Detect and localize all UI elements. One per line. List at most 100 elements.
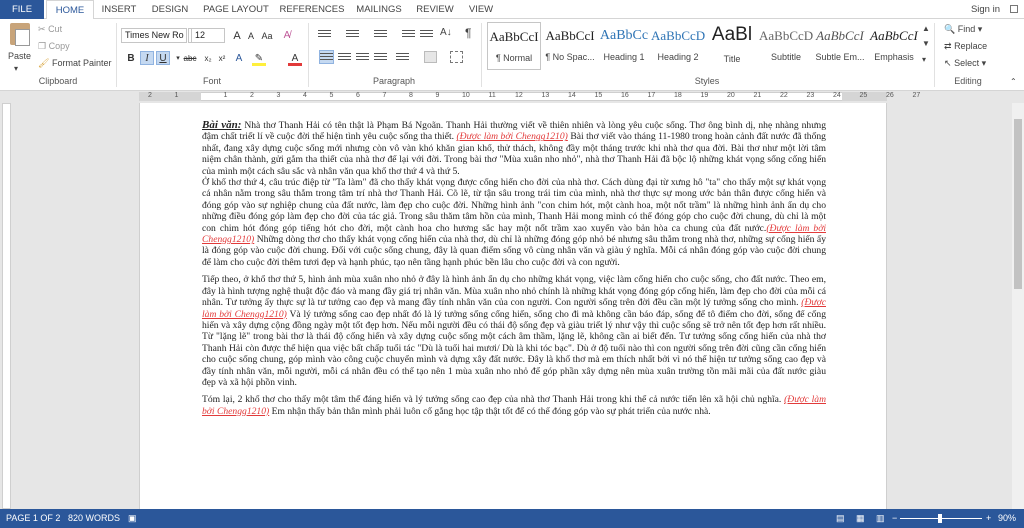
ruler-number: 14: [568, 92, 576, 99]
grow-font-button[interactable]: A: [230, 29, 244, 43]
document-body[interactable]: Bài văn: Nhà thơ Thanh Hải có tên thật l…: [202, 119, 826, 423]
text-effects-icon[interactable]: A: [232, 52, 246, 66]
style-preview: AaBbCcI: [489, 29, 539, 44]
ruler-number: 7: [382, 92, 387, 99]
subscript-button[interactable]: x₂: [201, 52, 215, 66]
ruler-number: 18: [674, 92, 682, 99]
style-subtitle[interactable]: AaBbCcD Subtitle: [759, 22, 813, 70]
align-center-icon[interactable]: [338, 51, 351, 63]
style-heading-1[interactable]: AaBbCc Heading 1: [597, 22, 651, 70]
style-subtle-emphasis[interactable]: AaBbCcI Subtle Em...: [813, 22, 867, 70]
style-emphasis[interactable]: AaBbCcI Emphasis: [867, 22, 921, 70]
style-preview: AaBbCcI: [545, 28, 595, 43]
minimize-ribbon-icon[interactable]: [1010, 5, 1018, 13]
tab-home[interactable]: HOME: [46, 0, 94, 20]
text-run: Ở khổ thơ thứ 4, câu trúc điệp từ "Ta là…: [202, 177, 826, 234]
align-right-icon[interactable]: [356, 51, 369, 63]
zoom-level[interactable]: 90%: [998, 509, 1016, 528]
decrease-indent-icon[interactable]: [402, 28, 415, 40]
format-painter-button[interactable]: 🖌 Format Painter: [38, 58, 111, 69]
cut-button[interactable]: ✂ Cut: [38, 24, 62, 35]
zoom-slider-handle[interactable]: [938, 514, 942, 523]
replace-button[interactable]: ⇄ Replace: [944, 41, 987, 52]
sort-icon[interactable]: A↓: [440, 27, 452, 38]
scrollbar-thumb[interactable]: [1014, 119, 1022, 289]
superscript-button[interactable]: x²: [215, 52, 229, 66]
document-page[interactable]: Bài văn: Nhà thơ Thanh Hải có tên thật l…: [139, 103, 887, 509]
text-run: Những dòng thơ cho thấy khát vọng cống h…: [202, 234, 826, 268]
tab-insert[interactable]: INSERT: [96, 0, 142, 19]
style-heading-2[interactable]: AaBbCcD Heading 2: [651, 22, 705, 70]
tab-review[interactable]: REVIEW: [412, 0, 458, 19]
find-button[interactable]: 🔍 Find ▾: [944, 24, 982, 35]
shrink-font-button[interactable]: A: [244, 29, 258, 43]
read-mode-icon[interactable]: ▤: [836, 509, 845, 528]
ruler-number: 11: [488, 92, 496, 99]
ruler-number: 24: [833, 92, 841, 99]
ruler-number: 4: [303, 92, 307, 99]
paste-dropdown-icon[interactable]: ▾: [14, 64, 18, 73]
bullets-icon[interactable]: [318, 28, 331, 40]
line-spacing-icon[interactable]: [396, 51, 409, 63]
tab-view[interactable]: VIEW: [462, 0, 500, 19]
replace-label: Replace: [954, 41, 988, 51]
font-name-input[interactable]: Times New Ro: [121, 28, 187, 43]
styles-scroll-up-icon[interactable]: ▲: [922, 24, 930, 33]
style-name: Heading 2: [657, 52, 699, 62]
paragraph-3: Tóm lại, 2 khổ thơ cho thấy một tâm thế …: [202, 394, 826, 417]
font-size-input[interactable]: 12: [191, 28, 225, 43]
text-run: Và lý tưởng sống cao đẹp nhất đó là lý t…: [202, 308, 826, 388]
numbering-icon[interactable]: [346, 28, 359, 40]
justify-icon[interactable]: [374, 51, 387, 63]
style-normal[interactable]: AaBbCcI ¶ Normal: [487, 22, 541, 70]
ruler-number: 13: [541, 92, 550, 99]
paste-icon[interactable]: [10, 23, 30, 46]
shading-icon[interactable]: [424, 51, 437, 63]
copy-button[interactable]: ❐ Copy: [38, 41, 70, 52]
increase-indent-icon[interactable]: [420, 28, 433, 40]
print-layout-icon[interactable]: ▦: [856, 509, 865, 528]
styles-scroll-down-icon[interactable]: ▼: [922, 39, 930, 48]
proofing-icon[interactable]: ▣: [128, 509, 137, 528]
ruler-number: 12: [515, 92, 523, 99]
font-group-label: Font: [202, 76, 221, 86]
style-title[interactable]: AaBl Title: [705, 22, 759, 70]
web-layout-icon[interactable]: ▥: [876, 509, 885, 528]
underline-button[interactable]: U: [156, 51, 170, 65]
styles-more-icon[interactable]: ▾: [922, 55, 926, 64]
font-color-icon[interactable]: A: [288, 52, 302, 66]
align-left-icon[interactable]: [319, 50, 334, 64]
zoom-out-button[interactable]: −: [892, 509, 897, 528]
tab-mailings[interactable]: MAILINGS: [350, 0, 408, 19]
sign-in-link[interactable]: Sign in: [971, 0, 1000, 19]
clear-formatting-icon[interactable]: A̸: [280, 29, 294, 43]
borders-icon[interactable]: [450, 51, 463, 63]
italic-button[interactable]: I: [140, 51, 154, 65]
ruler-number: 2: [148, 92, 152, 99]
bold-button[interactable]: B: [124, 52, 138, 66]
style-no-spacing[interactable]: AaBbCcI ¶ No Spac...: [543, 22, 597, 70]
tab-references[interactable]: REFERENCES: [278, 0, 346, 19]
change-case-button[interactable]: Aa: [260, 29, 274, 43]
ruler-number: 17: [647, 92, 656, 99]
ruler-number: 8: [409, 92, 413, 99]
strikethrough-button[interactable]: abc: [181, 52, 199, 66]
highlight-color-icon[interactable]: ✎: [252, 52, 266, 66]
select-button[interactable]: ↖ Select ▾: [944, 58, 986, 69]
page-count[interactable]: PAGE 1 OF 2: [6, 509, 60, 528]
style-preview: AaBbCcI: [870, 28, 918, 43]
show-marks-button[interactable]: ¶: [465, 26, 471, 40]
multilevel-list-icon[interactable]: [374, 28, 387, 40]
tab-page-layout[interactable]: PAGE LAYOUT: [198, 0, 274, 19]
word-count[interactable]: 820 WORDS: [68, 509, 120, 528]
editing-group-label: Editing: [954, 76, 982, 86]
vertical-scrollbar[interactable]: [1012, 103, 1024, 509]
tab-file[interactable]: FILE: [0, 0, 44, 19]
scissors-icon: ✂: [38, 24, 46, 34]
collapse-ribbon-icon[interactable]: ⌃: [1010, 77, 1017, 86]
ruler-number: 21: [753, 92, 762, 99]
paste-button[interactable]: Paste: [8, 51, 31, 61]
zoom-in-button[interactable]: +: [986, 509, 991, 528]
tab-design[interactable]: DESIGN: [146, 0, 194, 19]
ruler-number: 25: [859, 92, 868, 99]
